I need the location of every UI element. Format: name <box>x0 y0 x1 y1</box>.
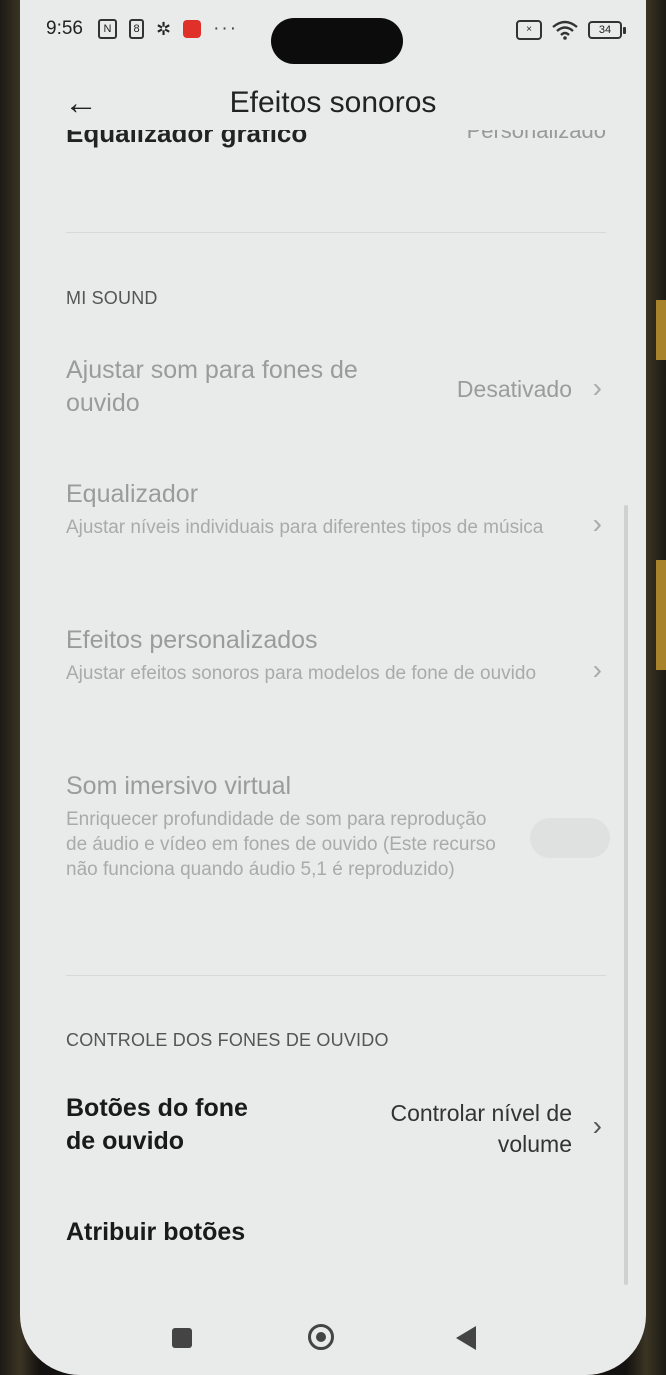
row-adjust-sound-headphones[interactable]: Ajustar som para fones de ouvido Desativ… <box>66 354 606 420</box>
app-header: ← Efeitos sonoros <box>20 80 646 130</box>
recent-apps-icon[interactable] <box>172 1328 192 1348</box>
divider <box>66 232 606 233</box>
sim-icon: 8 <box>129 19 144 39</box>
status-bar: 9:56 N 8 ✲ ··· × 34 <box>20 12 646 64</box>
row-subtitle: Ajustar níveis individuais para diferent… <box>66 517 544 538</box>
gear-icon: ✲ <box>156 18 172 39</box>
battery-icon: 34 <box>588 21 626 39</box>
page-title: Efeitos sonoros <box>229 86 437 119</box>
status-right-icons: × 34 <box>516 20 626 40</box>
section-label-earphone-controls: CONTROLE DOS FONES DE OUVIDO <box>66 1030 389 1050</box>
home-icon[interactable] <box>308 1324 334 1350</box>
row-earphone-buttons[interactable]: Botões do fone de ouvido Controlar nível… <box>66 1092 606 1158</box>
row-value: Desativado <box>456 376 572 402</box>
nfc-icon: N <box>98 19 117 39</box>
back-triangle-icon[interactable] <box>456 1326 476 1350</box>
row-title: Atribuir botões <box>66 1218 246 1246</box>
side-button <box>656 560 666 670</box>
chevron-right-icon: › <box>592 1110 602 1141</box>
row-title: Som imersivo virtual <box>66 772 292 800</box>
no-sim-icon: × <box>516 20 542 40</box>
more-dots-icon: ··· <box>213 18 239 39</box>
status-time: 9:56 <box>46 18 83 39</box>
side-button <box>656 300 666 360</box>
chevron-right-icon: › <box>592 654 602 685</box>
camera-notch <box>271 18 403 64</box>
clipped-row-title: Equalizador gráfico <box>66 130 308 148</box>
row-subtitle: Ajustar efeitos sonoros para modelos de … <box>66 663 537 684</box>
row-virtual-immersive-sound[interactable]: Som imersivo virtual Enriquecer profundi… <box>66 770 610 882</box>
status-left-icons: N 8 ✲ ··· <box>98 18 238 40</box>
screen: 9:56 N 8 ✲ ··· × 34 ← Efeitos sonoros Eq… <box>20 0 646 1375</box>
app-notification-icon <box>183 20 202 38</box>
row-title: Botões do fone de ouvido <box>66 1094 248 1155</box>
chevron-right-icon: › <box>592 508 602 539</box>
chevron-right-icon: › <box>592 372 602 403</box>
row-assign-buttons[interactable]: Atribuir botões <box>66 1216 606 1249</box>
section-label-mi-sound: MI SOUND <box>66 288 158 308</box>
navigation-bar <box>20 1320 646 1364</box>
row-custom-effects[interactable]: Efeitos personalizados Ajustar efeitos s… <box>66 624 606 686</box>
row-title: Efeitos personalizados <box>66 626 318 654</box>
row-title: Ajustar som para fones de ouvido <box>66 356 358 417</box>
row-equalizer[interactable]: Equalizador Ajustar níveis individuais p… <box>66 478 606 540</box>
row-value: Controlar nível de volume <box>390 1100 572 1157</box>
scrollbar[interactable] <box>624 505 628 1285</box>
clipped-row-graphic-equalizer[interactable]: Equalizador gráfico Personalizado <box>66 130 606 158</box>
immersive-sound-toggle[interactable] <box>530 818 610 858</box>
divider <box>66 975 606 976</box>
row-title: Equalizador <box>66 480 199 508</box>
clipped-row-value: Personalizado <box>466 130 606 143</box>
row-subtitle: Enriquecer profundidade de som para repr… <box>66 809 496 880</box>
wifi-icon <box>552 20 578 40</box>
